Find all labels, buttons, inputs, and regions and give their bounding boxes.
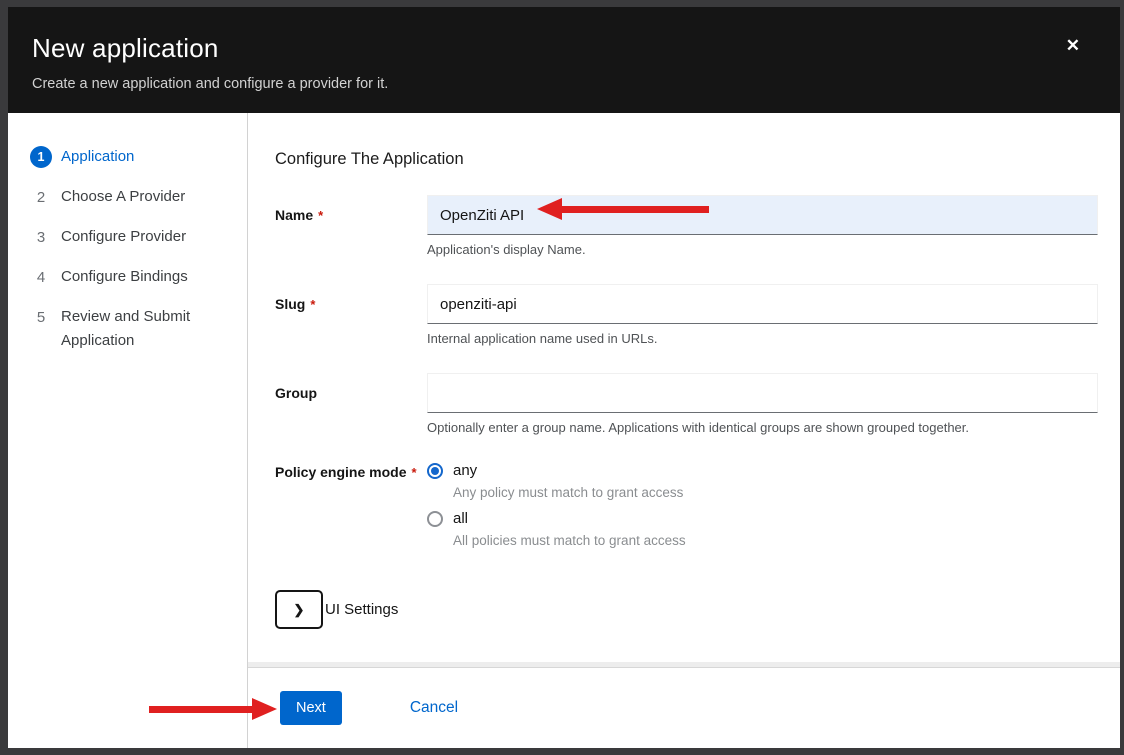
step-label: Application bbox=[61, 145, 134, 169]
form-heading: Configure The Application bbox=[275, 150, 1098, 169]
required-asterisk: * bbox=[411, 465, 416, 480]
radio-any-label: any bbox=[453, 462, 477, 479]
required-asterisk: * bbox=[318, 208, 323, 223]
name-label: Name* bbox=[275, 195, 427, 257]
radio-all-label: all bbox=[453, 510, 468, 527]
wizard-step-application[interactable]: 1 Application bbox=[30, 145, 235, 169]
step-label: Choose A Provider bbox=[61, 185, 185, 209]
cancel-link[interactable]: Cancel bbox=[410, 699, 458, 717]
group-label: Group bbox=[275, 373, 427, 435]
required-asterisk: * bbox=[310, 297, 315, 312]
step-label: Review and Submit Application bbox=[61, 305, 235, 353]
wizard-steps-sidebar: 1 Application 2 Choose A Provider 3 Conf… bbox=[8, 113, 248, 748]
policy-engine-mode-label: Policy engine mode* bbox=[275, 462, 427, 558]
slug-input[interactable] bbox=[427, 284, 1098, 324]
radio-unselected-icon bbox=[427, 511, 443, 527]
next-button[interactable]: Next bbox=[280, 691, 342, 725]
step-number: 4 bbox=[30, 266, 52, 288]
ui-settings-label: UI Settings bbox=[325, 601, 398, 618]
slug-field-row: Slug* Internal application name used in … bbox=[275, 284, 1098, 346]
group-help-text: Optionally enter a group name. Applicati… bbox=[427, 420, 1098, 435]
policy-mode-all-radio[interactable]: all bbox=[427, 510, 1098, 527]
policy-any-help-text: Any policy must match to grant access bbox=[453, 485, 1098, 500]
step-number: 1 bbox=[30, 146, 52, 168]
policy-all-help-text: All policies must match to grant access bbox=[453, 533, 1098, 548]
policy-mode-any-radio[interactable]: any bbox=[427, 462, 1098, 479]
slug-label: Slug* bbox=[275, 284, 427, 346]
dialog-footer: Next Cancel bbox=[248, 668, 1120, 748]
step-number: 2 bbox=[30, 186, 52, 208]
step-label: Configure Bindings bbox=[61, 265, 188, 289]
step-label: Configure Provider bbox=[61, 225, 186, 249]
wizard-step-configure-bindings[interactable]: 4 Configure Bindings bbox=[30, 265, 235, 289]
dialog-header: New application Create a new application… bbox=[8, 7, 1120, 113]
group-input[interactable] bbox=[427, 373, 1098, 413]
wizard-step-configure-provider[interactable]: 3 Configure Provider bbox=[30, 225, 235, 249]
dialog-subtitle: Create a new application and configure a… bbox=[32, 76, 1088, 92]
dialog-body: 1 Application 2 Choose A Provider 3 Conf… bbox=[8, 113, 1120, 748]
name-input[interactable] bbox=[427, 195, 1098, 235]
group-field-row: Group Optionally enter a group name. App… bbox=[275, 373, 1098, 435]
dialog-title: New application bbox=[32, 32, 1088, 64]
step-number: 3 bbox=[30, 226, 52, 248]
slug-help-text: Internal application name used in URLs. bbox=[427, 331, 1098, 346]
new-application-dialog: New application Create a new application… bbox=[8, 7, 1120, 748]
wizard-step-choose-provider[interactable]: 2 Choose A Provider bbox=[30, 185, 235, 209]
wizard-step-review-submit[interactable]: 5 Review and Submit Application bbox=[30, 305, 235, 353]
name-field-row: Name* Application's display Name. bbox=[275, 195, 1098, 257]
radio-selected-icon bbox=[427, 463, 443, 479]
close-icon[interactable]: ✕ bbox=[1066, 37, 1080, 54]
ui-settings-expander: ❯ UI Settings bbox=[275, 590, 1098, 629]
policy-engine-mode-row: Policy engine mode* any Any policy must … bbox=[275, 462, 1098, 558]
name-help-text: Application's display Name. bbox=[427, 242, 1098, 257]
wizard-main-column: Configure The Application Name* Applicat… bbox=[248, 113, 1120, 748]
application-form: Configure The Application Name* Applicat… bbox=[248, 113, 1120, 662]
chevron-right-icon: ❯ bbox=[294, 602, 305, 618]
ui-settings-expand-button[interactable]: ❯ bbox=[275, 590, 323, 629]
step-number: 5 bbox=[30, 306, 52, 328]
